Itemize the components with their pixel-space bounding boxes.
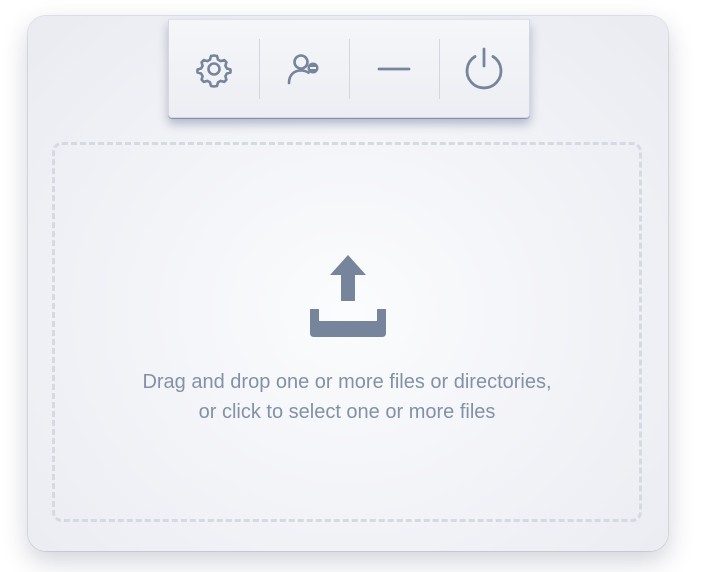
dropzone-text-line2: or click to select one or more files <box>198 401 496 423</box>
user-status-icon <box>287 53 319 84</box>
settings-button[interactable] <box>169 39 259 99</box>
screen: Drag and drop one or more files or direc… <box>0 0 704 572</box>
quit-button[interactable] <box>439 38 529 99</box>
account-button[interactable] <box>259 38 349 99</box>
upload-icon <box>310 255 386 337</box>
gear-icon <box>196 53 232 88</box>
dropzone-instructions: Drag and drop one or more files or direc… <box>52 367 642 427</box>
toolbar <box>168 19 530 118</box>
minus-icon <box>377 67 411 70</box>
dropzone-text-line1: Drag and drop one or more files or direc… <box>142 371 552 393</box>
minimize-button[interactable] <box>349 38 439 99</box>
power-icon <box>465 47 503 89</box>
